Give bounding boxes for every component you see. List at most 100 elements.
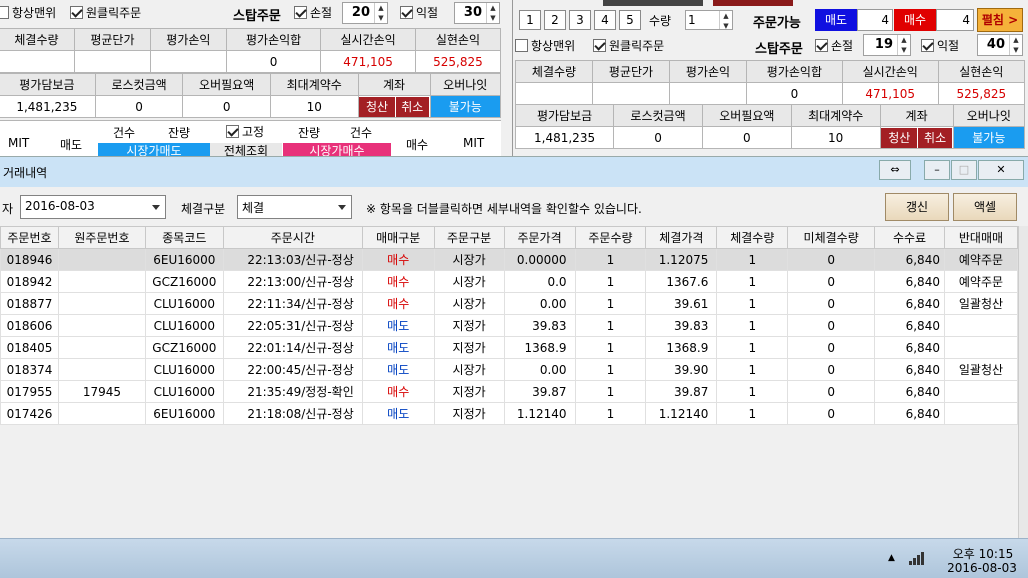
arrow-down-icon[interactable]: ▼: [1010, 45, 1022, 55]
column-header[interactable]: 주문수량: [574, 226, 647, 249]
arrow-down-icon[interactable]: ▼: [375, 13, 387, 23]
tab-2[interactable]: 2: [544, 10, 566, 30]
table-cell: 1.12140: [645, 402, 718, 425]
maximize-icon[interactable]: □: [951, 160, 977, 180]
tab-4[interactable]: 4: [594, 10, 616, 30]
table-row[interactable]: 018946 6EU16000 22:13:03/신규-정상 매수 시장가 0.00000…: [0, 248, 1019, 271]
right-take-profit-checkbox[interactable]: [921, 39, 934, 52]
column-header[interactable]: 매매구분: [361, 226, 435, 249]
signal-icon[interactable]: [908, 551, 928, 565]
table-cell: 6,840: [874, 402, 945, 425]
table-row[interactable]: 018374 CLU16000 22:00:45/신규-정상 매도 시장가 0.00 1 39…: [0, 358, 1019, 381]
table-row[interactable]: 018942 GCZ16000 22:13:00/신규-정상 매수 시장가 0.0 1 136…: [0, 270, 1019, 293]
excel-button[interactable]: 액셀: [953, 193, 1017, 221]
table-cell: 0: [787, 248, 876, 271]
date-label: 자: [2, 202, 14, 216]
column-header[interactable]: 종목코드: [144, 226, 224, 249]
column-header[interactable]: 주문구분: [433, 226, 505, 249]
left-cancel-button[interactable]: 취소: [394, 96, 429, 117]
table-row[interactable]: 018877 CLU16000 22:11:34/신규-정상 매수 시장가 0.00 1 39…: [0, 292, 1019, 315]
left-take-profit-stepper[interactable]: 30 ▲ ▼: [454, 2, 500, 24]
left-click-order-row: MIT 매도 건수 잔량 고정 잔량 건수 매수 MIT 시장가매도 전체조회 …: [0, 120, 501, 160]
right-take-profit-stepper[interactable]: 40 ▲ ▼: [977, 34, 1023, 56]
table-cell: [943, 314, 1019, 337]
table-row[interactable]: 018405 GCZ16000 22:01:14/신규-정상 매도 지정가 1368.9 1…: [0, 336, 1019, 359]
column-header[interactable]: 주문가격: [503, 226, 576, 249]
column-header[interactable]: 수수료: [874, 226, 945, 249]
dialog-title: 거래내역: [3, 165, 48, 180]
right-one-click-option[interactable]: 원클릭주문: [593, 37, 664, 54]
arrow-up-icon[interactable]: ▲: [487, 3, 499, 13]
resize-arrows-icon[interactable]: ⇔: [879, 160, 911, 180]
column-header[interactable]: 미체결수량: [787, 226, 876, 249]
arrow-up-icon[interactable]: ▲: [1010, 35, 1022, 45]
tab-3[interactable]: 3: [569, 10, 591, 30]
arrow-down-icon[interactable]: ▼: [720, 21, 732, 31]
vertical-scrollbar[interactable]: [1018, 226, 1028, 538]
table-cell: 매수: [361, 248, 435, 271]
arrow-down-icon[interactable]: ▼: [487, 13, 499, 23]
table-cell: 018942: [0, 270, 59, 293]
table-row[interactable]: 017426 6EU16000 21:18:08/신규-정상 매도 지정가 1.12140…: [0, 402, 1019, 425]
right-stop-loss-checkbox[interactable]: [815, 39, 828, 52]
table-cell: GCZ16000: [144, 270, 224, 293]
left-stop-loss-option[interactable]: 손절: [294, 4, 332, 21]
table-cell: 1: [574, 292, 647, 315]
table-row[interactable]: 017955 17945 CLU16000 21:35:49/정정-확인 매수 지정가 39…: [0, 380, 1019, 403]
minimize-icon[interactable]: –: [924, 160, 950, 180]
right-take-profit-option[interactable]: 익절: [921, 37, 959, 54]
table-cell: 시장가: [433, 270, 505, 293]
refresh-button[interactable]: 갱신: [885, 193, 949, 221]
right-qty-stepper[interactable]: 1 ▲ ▼: [685, 10, 733, 30]
table-cell: [943, 380, 1019, 403]
dialog-titlebar[interactable]: 거래내역: [0, 157, 1028, 187]
left-stop-loss-stepper[interactable]: 20 ▲ ▼: [342, 2, 388, 24]
table-cell: 17945: [57, 380, 146, 403]
arrow-up-icon[interactable]: ▲: [898, 35, 910, 45]
right-expand-button[interactable]: 펼침 >: [977, 8, 1023, 32]
table-cell: 22:11:34/신규-정상: [222, 292, 363, 315]
column-header[interactable]: 반대매매: [943, 226, 1019, 249]
clock-date[interactable]: 2016-08-03: [944, 561, 1020, 575]
left-always-top-checkbox[interactable]: [0, 6, 9, 19]
arrow-up-icon[interactable]: ▲: [720, 11, 732, 21]
table-cell: 매수: [361, 270, 435, 293]
tab-1[interactable]: 1: [519, 10, 541, 30]
date-dropdown[interactable]: 2016-08-03: [20, 195, 166, 219]
column-header[interactable]: 주문시간: [222, 226, 363, 249]
column-header[interactable]: 체결가격: [645, 226, 718, 249]
table-cell: 6,840: [874, 380, 945, 403]
table-cell: 22:13:03/신규-정상: [222, 248, 363, 271]
right-settle-button[interactable]: 청산: [881, 127, 918, 148]
right-sell-avail-label: 매도: [815, 9, 857, 31]
left-take-profit-checkbox[interactable]: [400, 6, 413, 19]
right-stop-loss-stepper[interactable]: 19 ▲ ▼: [863, 34, 911, 56]
left-stop-loss-checkbox[interactable]: [294, 6, 307, 19]
left-fixed-option[interactable]: 고정: [226, 123, 264, 140]
right-cancel-button[interactable]: 취소: [917, 127, 952, 148]
left-take-profit-option[interactable]: 익절: [400, 4, 438, 21]
column-header[interactable]: 체결수량: [716, 226, 789, 249]
right-overnight-button[interactable]: 불가능: [952, 126, 1026, 149]
table-row[interactable]: 018606 CLU16000 22:05:31/신규-정상 매도 지정가 39.83 1 3…: [0, 314, 1019, 337]
fill-type-dropdown[interactable]: 체결: [237, 195, 352, 219]
left-settle-button[interactable]: 청산: [359, 96, 395, 117]
left-one-click-checkbox[interactable]: [70, 6, 83, 19]
table-cell: 1: [574, 380, 647, 403]
right-always-top-checkbox[interactable]: [515, 39, 528, 52]
arrow-down-icon[interactable]: ▼: [898, 45, 910, 55]
left-overnight-button[interactable]: 불가능: [429, 95, 502, 118]
right-stop-loss-option[interactable]: 손절: [815, 37, 853, 54]
close-icon[interactable]: ✕: [978, 160, 1024, 180]
left-one-click-option[interactable]: 원클릭주문: [70, 4, 141, 21]
tab-5[interactable]: 5: [619, 10, 641, 30]
column-header[interactable]: 주문번호: [0, 226, 59, 249]
right-always-top-option[interactable]: 항상맨위: [515, 37, 575, 54]
left-fixed-checkbox[interactable]: [226, 125, 239, 138]
left-always-top-option[interactable]: 항상맨위: [0, 4, 56, 21]
arrow-up-icon[interactable]: ▲: [375, 3, 387, 13]
tray-expand-icon[interactable]: ▲: [888, 553, 895, 563]
right-one-click-checkbox[interactable]: [593, 39, 606, 52]
column-header[interactable]: 원주문번호: [57, 226, 146, 249]
clock-time[interactable]: 오후 10:15: [948, 545, 1018, 562]
